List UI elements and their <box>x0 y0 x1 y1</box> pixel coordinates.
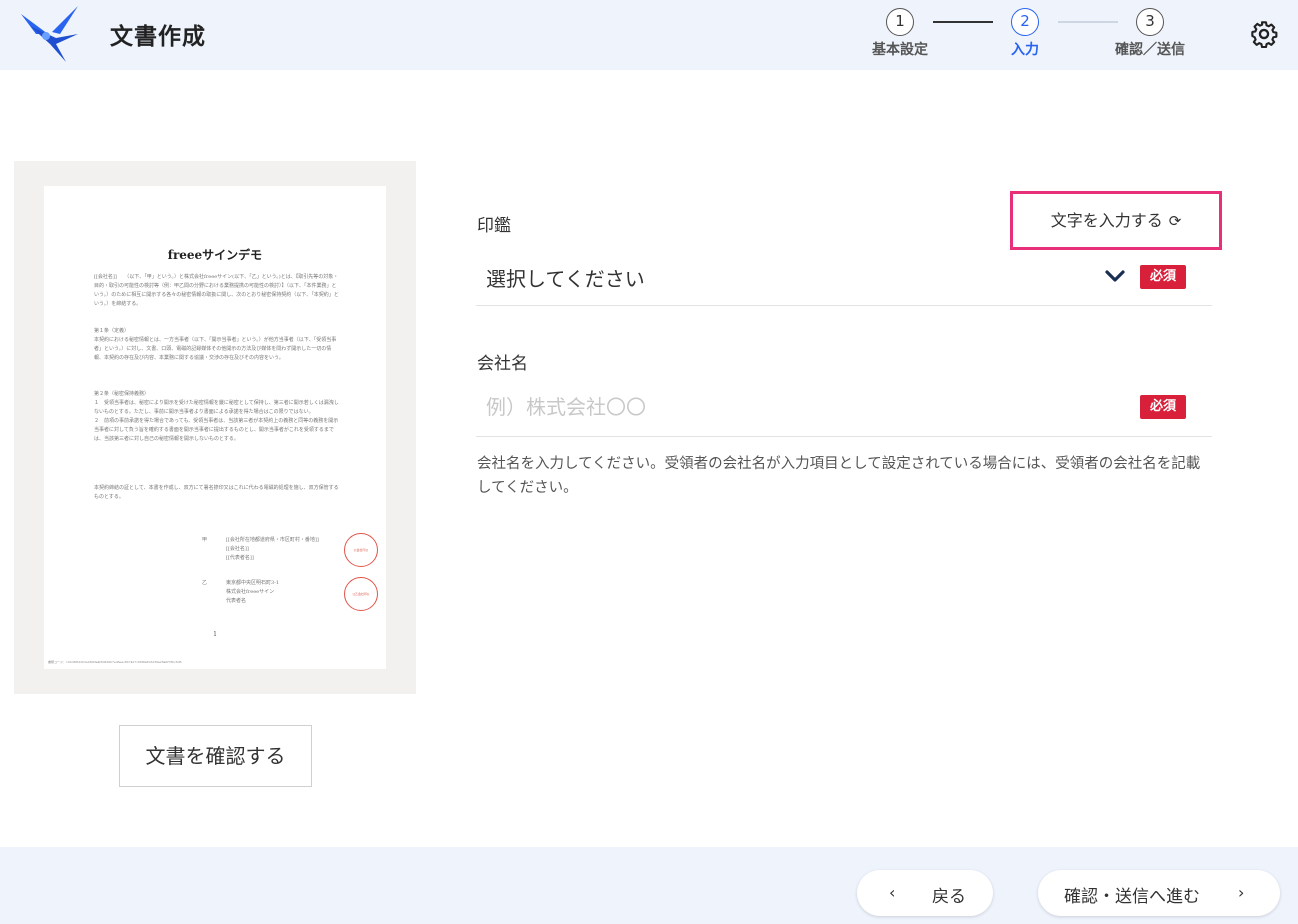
type-text-label: 文字を入力する <box>1050 211 1163 230</box>
chevron-down-icon <box>1105 270 1125 282</box>
app-header: 文書作成 1 基本設定 2 入力 3 確認／送信 <box>0 0 1298 70</box>
document-paragraph: [[会社名]] （以下、「甲」という。）と株式会社freeeサイン(以下、「乙」… <box>94 274 339 307</box>
seal-stamp-b: [[乙会社印]] <box>344 577 378 611</box>
footer-bar: ‹ 戻る 確認・送信へ進む › <box>0 847 1298 924</box>
next-label: 確認・送信へ進む <box>1064 887 1200 907</box>
party-b-mark: 乙 <box>202 580 208 586</box>
required-badge: 必須 <box>1140 395 1186 419</box>
party-b-details: 東京都中央区明石町3-1 株式会社freeeサイン 代表者名 <box>226 579 279 606</box>
step-number: 3 <box>1136 8 1164 36</box>
document-paragraph: 第１条（定義） 本契約における秘密情報とは、一方当事者（以下、「開示当事者」とい… <box>94 328 337 361</box>
back-label: 戻る <box>932 887 966 907</box>
company-help-text: 会社名を入力してください。受領者の会社名が入力項目として設定されている場合には、… <box>477 456 1201 496</box>
required-badge: 必須 <box>1140 265 1186 289</box>
step-confirm-send: 3 確認／送信 <box>1105 8 1195 59</box>
seal-select-value: 選択してください <box>486 267 645 291</box>
document-paragraph: 第２条（秘密保持義務） １ 受領当事者は、秘密により開示を受けた秘密情報を厳に秘… <box>94 391 339 442</box>
party-a-details: [[会社所在地都道府県・市区町村・番地]] [[会社名]] [[代表者名]] <box>226 536 319 563</box>
gear-icon[interactable] <box>1250 20 1278 48</box>
chevron-right-icon: › <box>1238 883 1245 902</box>
party-a-line: [[会社名]] <box>226 546 249 552</box>
step-label: 基本設定 <box>872 42 928 58</box>
step-number: 2 <box>1011 8 1039 36</box>
confirm-document-button[interactable]: 文書を確認する <box>119 725 312 787</box>
back-button[interactable]: ‹ 戻る <box>857 870 993 916</box>
type-text-button[interactable]: 文字を入力する ⟳ <box>1010 191 1222 250</box>
document-code: 書類コード：10bc8f6d2b5e08f2fa4f3b8d6b7ed6eac8… <box>48 660 182 664</box>
party-b-line: 代表者名 <box>226 598 247 604</box>
step-input: 2 入力 <box>980 8 1070 59</box>
document-paragraph: 本契約締結の証として、本書を作成し、双方にて署名捺印又はこれに代わる電磁的処理を… <box>94 485 339 500</box>
progress-stepper: 1 基本設定 2 入力 3 確認／送信 <box>860 8 1200 64</box>
party-b-line: 東京都中央区明石町3-1 <box>226 580 280 586</box>
chevron-left-icon: ‹ <box>889 883 896 902</box>
seal-stamp-a: [[会社印]] <box>344 533 378 567</box>
page-number: 1 <box>213 631 217 638</box>
seal-select[interactable]: 選択してください 必須 <box>476 248 1212 306</box>
step-label: 確認／送信 <box>1115 42 1185 58</box>
step-basic-settings: 1 基本設定 <box>855 8 945 59</box>
step-label: 入力 <box>1011 42 1039 58</box>
party-a-line: [[代表者名]] <box>226 555 254 561</box>
document-preview: freeeサインデモ [[会社名]] （以下、「甲」という。）と株式会社free… <box>14 161 416 694</box>
next-button[interactable]: 確認・送信へ進む › <box>1038 870 1280 916</box>
party-a-line: [[会社所在地都道府県・市区町村・番地]] <box>226 537 319 543</box>
party-b-line: 株式会社freeeサイン <box>226 589 275 595</box>
refresh-icon: ⟳ <box>1168 212 1182 230</box>
logo-icon <box>21 6 78 62</box>
app-title: 文書作成 <box>110 24 206 50</box>
document-page: freeeサインデモ [[会社名]] （以下、「甲」という。）と株式会社free… <box>44 186 386 669</box>
document-title: freeeサインデモ <box>167 248 263 262</box>
party-a-mark: 甲 <box>202 537 208 543</box>
company-field-row: 必須 <box>476 378 1212 437</box>
seal-label: 印鑑 <box>477 216 511 236</box>
company-name-input[interactable] <box>476 378 1126 436</box>
step-number: 1 <box>886 8 914 36</box>
company-label: 会社名 <box>477 354 528 374</box>
